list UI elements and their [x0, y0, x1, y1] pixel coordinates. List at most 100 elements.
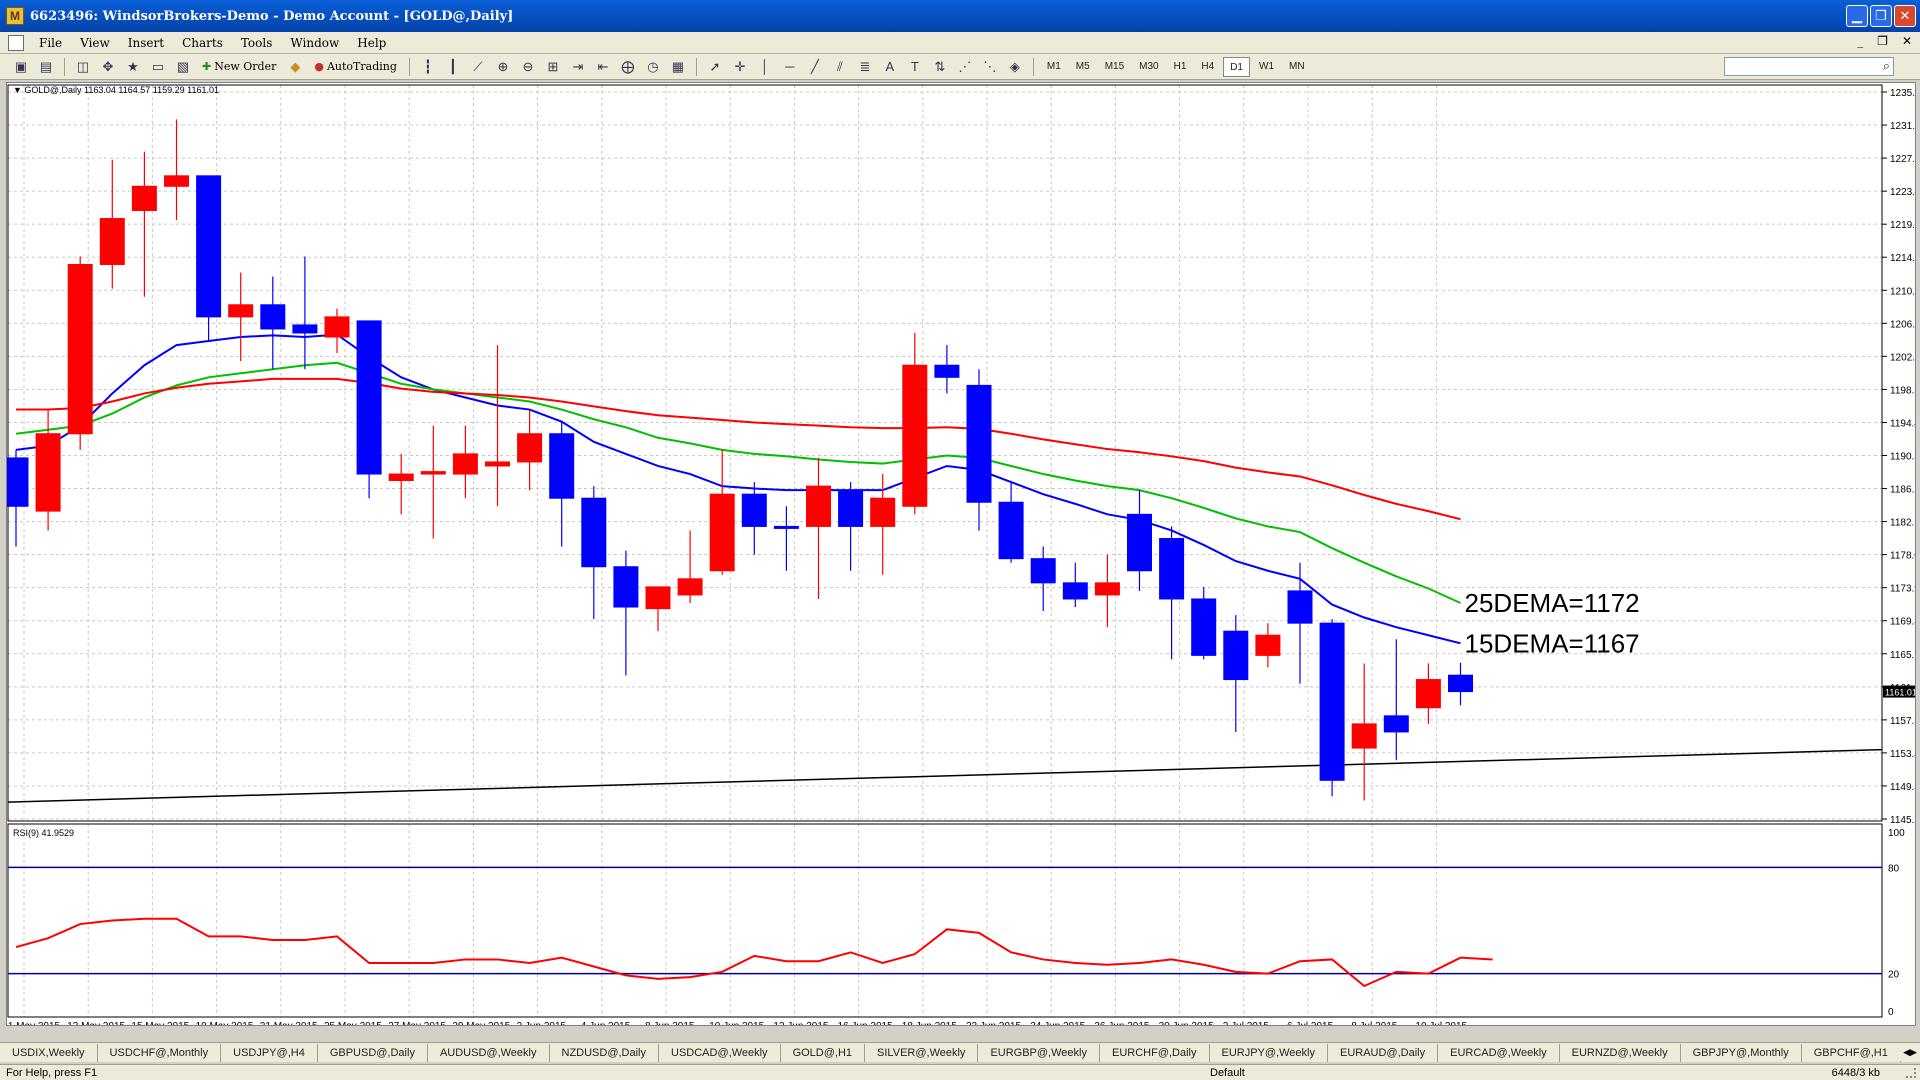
trendline-icon[interactable]: ╱ [804, 57, 826, 77]
fibo-fan-icon[interactable]: ⋰ [954, 57, 976, 77]
y-tick-label: 1231.30 [1890, 121, 1915, 132]
chart-tab[interactable]: USDCHF@,Monthly [98, 1043, 222, 1062]
menu-help[interactable]: Help [348, 36, 395, 50]
child-close-icon[interactable]: ✕ [1902, 34, 1912, 48]
chart-tab[interactable]: GBPUSD@,Daily [318, 1043, 428, 1062]
y-tick-label: 1219.00 [1890, 220, 1915, 231]
new-order-button[interactable]: ✚ New Order [197, 57, 281, 77]
metaeditor-icon[interactable]: ◆ [284, 57, 306, 77]
chart-tab[interactable]: AUDUSD@,Weekly [428, 1043, 550, 1062]
menu-file[interactable]: File [30, 36, 71, 50]
chart-tab[interactable]: USDJPY@,H4 [221, 1043, 318, 1062]
chart-tab[interactable]: EURAUD@,Daily [1328, 1043, 1439, 1062]
data-window-icon[interactable]: ✥ [97, 57, 119, 77]
chart-tab[interactable]: GBPJPY@,Monthly [1681, 1043, 1802, 1062]
period-d1[interactable]: D1 [1223, 56, 1250, 77]
chart-tab[interactable]: SILVER@,Weekly [865, 1043, 979, 1062]
line-chart-icon[interactable]: ⟋ [467, 57, 489, 77]
y-tick-label: 1182.10 [1890, 518, 1915, 529]
menu-charts[interactable]: Charts [173, 36, 232, 50]
chart-tab[interactable]: NZDUSD@,Daily [550, 1043, 660, 1062]
zoom-out-icon[interactable]: ⊖ [517, 57, 539, 77]
period-h1[interactable]: H1 [1168, 57, 1193, 77]
periods-icon[interactable]: ◷ [642, 57, 664, 77]
equidistant-channel-icon[interactable]: ⫽ [829, 57, 851, 77]
price-chart[interactable]: 1235.40 1231.30 1227.20 1223.10 1219.00 1214.… [7, 83, 1915, 1025]
gann-icon[interactable]: ⋱ [979, 57, 1001, 77]
document-icon[interactable] [8, 34, 24, 51]
period-w1[interactable]: W1 [1253, 57, 1280, 77]
chart-tab[interactable]: EURCAD@,Weekly [1438, 1043, 1560, 1062]
candle-body [838, 489, 864, 527]
horizontal-line-icon[interactable]: ─ [779, 57, 801, 77]
chart-tab[interactable]: GBPCHF@,H1 [1802, 1043, 1901, 1062]
y-tick-label: 1223.10 [1890, 187, 1915, 198]
arrows-icon[interactable]: ⇅ [929, 57, 951, 77]
candle [67, 256, 93, 450]
menu-insert[interactable]: Insert [119, 36, 173, 50]
market-watch-icon[interactable]: ◫ [72, 57, 94, 77]
navigator-icon[interactable]: ★ [122, 57, 144, 77]
chart-window[interactable]: 1235.40 1231.30 1227.20 1223.10 1219.00 1214.… [6, 82, 1916, 1026]
auto-scroll-icon[interactable]: ⇥ [567, 57, 589, 77]
autotrading-button[interactable]: ● AutoTrading [309, 57, 402, 77]
rsi-level-label: 100 [1888, 828, 1905, 839]
fibonacci-icon[interactable]: ≣ [854, 57, 876, 77]
candle-body [645, 586, 671, 610]
candle-body [581, 497, 607, 568]
chart-tab[interactable]: EURCHF@,Daily [1100, 1043, 1210, 1062]
x-tick-label: 10 Jul 2015 [1415, 1021, 1467, 1025]
y-tick-label: 1190.30 [1890, 452, 1915, 463]
tab-scroll-icon[interactable]: ◀▶ [1900, 1043, 1920, 1061]
menu-tools[interactable]: Tools [232, 36, 282, 50]
close-button[interactable]: ✕ [1894, 5, 1916, 27]
templates-icon[interactable]: ▦ [667, 57, 689, 77]
period-h4[interactable]: H4 [1195, 57, 1220, 77]
candle-body [549, 433, 575, 499]
candlestick-icon[interactable]: ┃ [442, 57, 464, 77]
resize-grip[interactable] [1906, 1068, 1916, 1078]
new-chart-icon[interactable]: ▣ [10, 57, 32, 77]
text-icon[interactable]: A [879, 57, 901, 77]
search-icon[interactable]: ⌕ [1883, 58, 1890, 74]
profiles-icon[interactable]: ▤ [35, 57, 57, 77]
cursor-icon[interactable]: ➚ [704, 57, 726, 77]
candle-body [485, 461, 510, 467]
maximize-button[interactable]: ❐ [1870, 5, 1892, 27]
menu-view[interactable]: View [71, 36, 119, 50]
candle [549, 421, 575, 547]
chart-tab[interactable]: EURGBP@,Weekly [978, 1043, 1100, 1062]
period-m1[interactable]: M1 [1041, 57, 1067, 77]
chart-tab[interactable]: EURJPY@,Weekly [1210, 1043, 1328, 1062]
chart-tab[interactable]: GOLD@,H1 [781, 1043, 866, 1062]
candle-body [517, 433, 543, 463]
chart-tab[interactable]: USDCAD@,Weekly [659, 1043, 781, 1062]
terminal-icon[interactable]: ▭ [147, 57, 169, 77]
zoom-in-icon[interactable]: ⊕ [492, 57, 514, 77]
candle-body [196, 175, 222, 318]
period-m15[interactable]: M15 [1099, 57, 1130, 77]
text-label-icon[interactable]: T [904, 57, 926, 77]
child-restore-icon[interactable]: ❐ [1877, 34, 1888, 48]
bar-chart-icon[interactable]: ┇ [417, 57, 439, 77]
vertical-line-icon[interactable]: │ [754, 57, 776, 77]
minimize-button[interactable]: ▁ [1846, 5, 1868, 27]
search-input[interactable] [1724, 57, 1894, 76]
strategy-tester-icon[interactable]: ▧ [172, 57, 194, 77]
indicators-icon[interactable]: ⨁ [617, 57, 639, 77]
crosshair-icon[interactable]: ✛ [729, 57, 751, 77]
chart-shift-icon[interactable]: ⇤ [592, 57, 614, 77]
candle-body [99, 218, 125, 265]
new-order-label: New Order [214, 60, 277, 73]
period-m30[interactable]: M30 [1133, 57, 1164, 77]
period-m5[interactable]: M5 [1070, 57, 1096, 77]
menu-window[interactable]: Window [281, 36, 348, 50]
shapes-icon[interactable]: ◈ [1004, 57, 1026, 77]
x-tick-label: 29 May 2015 [452, 1021, 510, 1025]
candle-body [1287, 590, 1313, 624]
period-mn[interactable]: MN [1283, 57, 1311, 77]
tile-windows-icon[interactable]: ⊞ [542, 57, 564, 77]
child-minimize-icon[interactable]: _ [1857, 34, 1863, 48]
chart-tab[interactable]: USDIX,Weekly [0, 1043, 98, 1062]
chart-tab[interactable]: EURNZD@,Weekly [1560, 1043, 1681, 1062]
